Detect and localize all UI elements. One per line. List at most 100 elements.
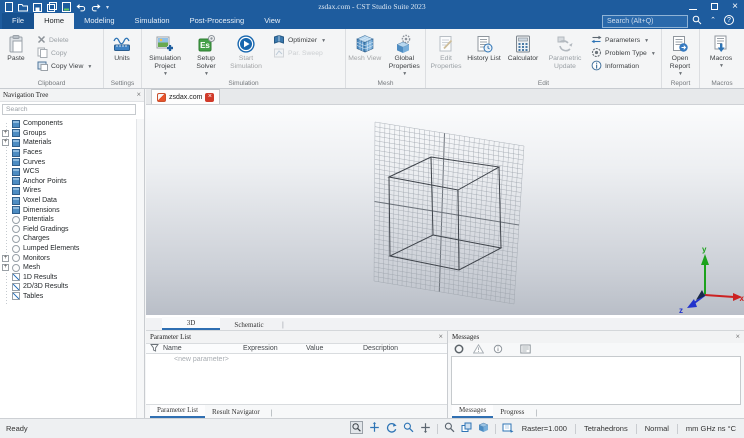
search-icon[interactable] xyxy=(692,15,702,27)
rotate-icon[interactable] xyxy=(386,422,397,435)
pan-icon[interactable] xyxy=(420,422,431,435)
units-button[interactable]: Units xyxy=(104,31,140,79)
information-button[interactable]: Information xyxy=(586,60,658,73)
information-filter-icon[interactable] xyxy=(493,344,503,356)
tree-item-groups[interactable]: + Groups xyxy=(0,129,136,139)
tree-item-voxel-data[interactable]: Voxel Data xyxy=(0,196,136,206)
tree-item-charges[interactable]: Charges xyxy=(0,234,136,244)
tree-item-curves[interactable]: Curves xyxy=(0,157,136,167)
open-report-button[interactable]: Open Report ▼ xyxy=(662,31,698,79)
messages-tab-progress[interactable]: Progress xyxy=(493,407,531,418)
tree-item-mesh[interactable]: + Mesh xyxy=(0,263,136,273)
global-properties-button[interactable]: Global Properties ▼ xyxy=(384,31,425,79)
tree-item-2d-3d-results[interactable]: 2D/3D Results xyxy=(0,282,136,292)
tree-item-lumped-elements[interactable]: Lumped Elements xyxy=(0,244,136,254)
delete-button[interactable]: Delete xyxy=(32,34,102,47)
edit-properties-button[interactable]: Edit Properties xyxy=(426,31,466,79)
tree-scrollbar[interactable] xyxy=(136,119,144,418)
zoom-icon[interactable] xyxy=(403,422,414,435)
messages-body[interactable] xyxy=(451,356,741,405)
warnings-filter-icon[interactable] xyxy=(472,343,485,356)
copy-button[interactable]: Copy xyxy=(32,47,102,60)
new-file-icon[interactable] xyxy=(5,2,13,12)
close-icon[interactable]: × xyxy=(205,92,215,102)
zoom-window-icon[interactable] xyxy=(349,421,363,436)
help-icon[interactable]: ? xyxy=(724,15,734,25)
tree-item-wcs[interactable]: WCS xyxy=(0,167,136,177)
close-button[interactable]: × xyxy=(732,1,738,12)
raster-icon[interactable] xyxy=(502,422,514,435)
close-icon[interactable]: × xyxy=(735,333,740,341)
tree-item-faces[interactable]: Faces xyxy=(0,148,136,158)
tree-item-monitors[interactable]: + Monitors xyxy=(0,253,136,263)
ribbon-tab-file[interactable]: File xyxy=(2,13,35,29)
status-mesh-type[interactable]: Tetrahedrons xyxy=(582,424,630,433)
optimizer-button[interactable]: Optimizer ▼ xyxy=(268,34,342,47)
tree-item-wires[interactable]: Wires xyxy=(0,186,136,196)
tree-item-dimensions[interactable]: Dimensions xyxy=(0,205,136,215)
ribbon-search-input[interactable]: Search (Alt+Q) xyxy=(602,14,688,28)
column-header-value[interactable]: Value xyxy=(306,345,363,352)
move-icon[interactable] xyxy=(369,422,380,435)
ribbon-tab-post-processing[interactable]: Post-Processing xyxy=(180,13,255,29)
status-raster[interactable]: Raster=1.000 xyxy=(520,424,569,433)
parameter-tab-parameter-list[interactable]: Parameter List xyxy=(150,405,206,418)
close-icon[interactable]: × xyxy=(136,91,141,99)
tree-item-materials[interactable]: + Materials xyxy=(0,138,136,148)
qat-customize-icon[interactable]: ▾ xyxy=(106,4,109,11)
maximize-button[interactable] xyxy=(711,3,719,10)
expand-icon[interactable]: + xyxy=(2,139,9,147)
status-view-mode[interactable]: Normal xyxy=(643,424,671,433)
expand-icon[interactable]: + xyxy=(2,264,9,272)
save-all-icon[interactable] xyxy=(47,2,57,12)
tree-item-tables[interactable]: Tables xyxy=(0,292,136,302)
new-parameter-row[interactable]: <new parameter> xyxy=(174,356,229,363)
expand-icon[interactable]: + xyxy=(2,254,9,262)
column-header-description[interactable]: Description xyxy=(363,345,453,352)
tree-item-anchor-points[interactable]: Anchor Points xyxy=(0,177,136,187)
open-icon[interactable] xyxy=(18,3,28,12)
viewport-3d[interactable]: y x z xyxy=(146,105,744,315)
copy-view-button[interactable]: Copy View ▼ xyxy=(32,60,102,73)
axis-gizmo[interactable]: y x z xyxy=(679,245,744,315)
tree-item-components[interactable]: Components xyxy=(0,119,136,129)
ribbon-tab-simulation[interactable]: Simulation xyxy=(125,13,180,29)
document-tab[interactable]: zsdax.com × xyxy=(151,89,221,104)
tree-item-1d-results[interactable]: 1D Results xyxy=(0,273,136,283)
macros-button[interactable]: Macros ▼ xyxy=(700,31,742,79)
column-header-expression[interactable]: Expression xyxy=(243,345,306,352)
import-icon[interactable] xyxy=(62,2,71,12)
collapse-ribbon-icon[interactable]: ⌃ xyxy=(710,16,716,24)
parametric-update-button[interactable]: Parametric Update xyxy=(544,31,586,79)
tree-search-input[interactable]: Search xyxy=(2,104,136,115)
ribbon-tab-view[interactable]: View xyxy=(254,13,290,29)
calculator-button[interactable]: Calculator xyxy=(502,31,544,79)
expand-icon[interactable]: + xyxy=(2,129,9,137)
errors-filter-icon[interactable] xyxy=(454,344,464,356)
ribbon-tab-modeling[interactable]: Modeling xyxy=(74,13,124,29)
layers-icon[interactable] xyxy=(461,422,472,435)
parameter-tab-result-navigator[interactable]: Result Navigator xyxy=(205,407,267,418)
tree-item-field-gradings[interactable]: Field Gradings xyxy=(0,225,136,235)
messages-tab-messages[interactable]: Messages xyxy=(452,405,494,418)
ribbon-tab-home[interactable]: Home xyxy=(34,13,75,29)
save-icon[interactable] xyxy=(33,2,42,12)
parameter-table-body[interactable]: <new parameter> xyxy=(146,354,447,405)
tree-item-potentials[interactable]: Potentials xyxy=(0,215,136,225)
setup-solver-button[interactable]: Es Setup Solver ▼ xyxy=(188,31,224,79)
filter-icon[interactable] xyxy=(146,343,163,354)
magnifier-icon[interactable] xyxy=(444,422,455,435)
column-header-name[interactable]: Name xyxy=(163,345,243,352)
mesh-view-button[interactable]: Mesh View xyxy=(346,31,384,79)
paste-button[interactable]: Paste xyxy=(0,31,32,79)
status-units[interactable]: mm GHz ns °C xyxy=(684,424,738,433)
redo-icon[interactable] xyxy=(91,3,101,12)
problem-type-button[interactable]: Problem Type ▼ xyxy=(586,47,658,60)
parameters-button[interactable]: Parameters ▼ xyxy=(586,34,658,47)
close-icon[interactable]: × xyxy=(438,333,443,341)
start-simulation-button[interactable]: Start Simulation xyxy=(224,31,268,79)
undo-icon[interactable] xyxy=(76,3,86,12)
log-view-icon[interactable] xyxy=(520,344,531,356)
view-tab-schematic[interactable]: Schematic xyxy=(220,319,278,330)
history-list-button[interactable]: History List xyxy=(466,31,502,79)
